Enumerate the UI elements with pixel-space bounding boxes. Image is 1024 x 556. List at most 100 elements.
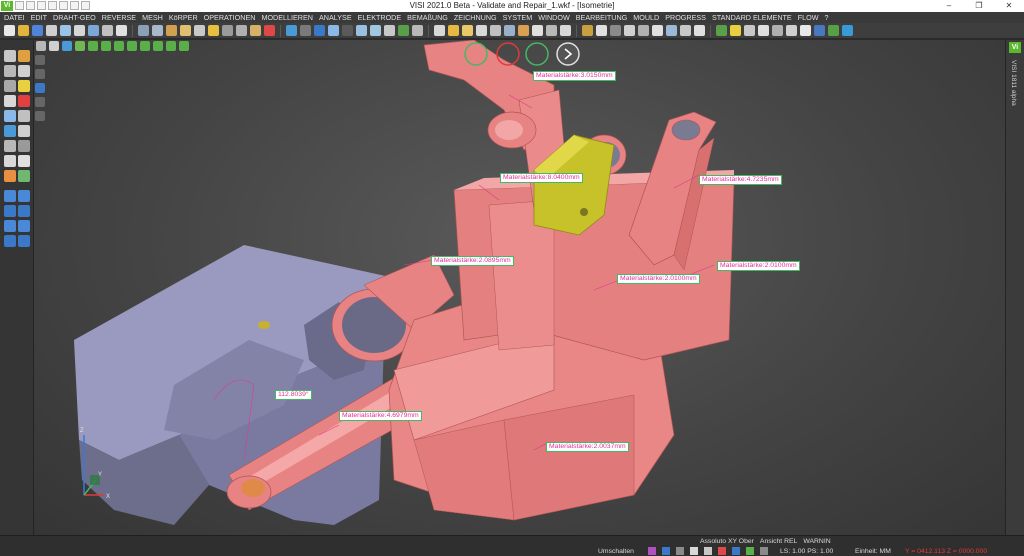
box-tool-icon[interactable] bbox=[18, 110, 30, 122]
cylinder-tool-icon[interactable] bbox=[4, 110, 16, 122]
node-b-icon[interactable] bbox=[18, 190, 30, 202]
tool-u-icon[interactable] bbox=[730, 25, 741, 36]
tool-q-icon[interactable] bbox=[666, 25, 677, 36]
tool-g-icon[interactable] bbox=[518, 25, 529, 36]
thickness-annotation[interactable]: Materialstärke:4.6979mm bbox=[339, 411, 422, 421]
hand-icon[interactable] bbox=[4, 170, 16, 182]
active-view-icon[interactable] bbox=[314, 25, 325, 36]
select-icon[interactable] bbox=[4, 50, 16, 62]
status-tool-c-icon[interactable] bbox=[676, 547, 684, 555]
view-top-icon[interactable] bbox=[152, 25, 163, 36]
save-icon[interactable] bbox=[32, 25, 43, 36]
cube-light-icon[interactable] bbox=[356, 25, 367, 36]
tool-cc-icon[interactable] bbox=[842, 25, 853, 36]
new-icon[interactable] bbox=[4, 25, 15, 36]
tool-k-icon[interactable] bbox=[582, 25, 593, 36]
shading-icon[interactable] bbox=[194, 25, 205, 36]
tool-l-icon[interactable] bbox=[596, 25, 607, 36]
node-g-icon[interactable] bbox=[4, 235, 16, 247]
section-icon[interactable] bbox=[300, 25, 311, 36]
thickness-annotation[interactable]: Materialstärke:2.0100mm bbox=[717, 261, 800, 271]
maximize-button[interactable]: ❐ bbox=[964, 0, 994, 12]
status-tool-d-icon[interactable] bbox=[690, 547, 698, 555]
measure-icon[interactable] bbox=[250, 25, 261, 36]
open-icon[interactable] bbox=[18, 25, 29, 36]
layer-icon[interactable] bbox=[222, 25, 233, 36]
umschalten-button[interactable]: Umschalten bbox=[598, 548, 634, 555]
node-c-icon[interactable] bbox=[4, 205, 16, 217]
tool-h-icon[interactable] bbox=[532, 25, 543, 36]
3d-viewport[interactable]: X Y Z Materialstärke:3.0150mm Materialst… bbox=[34, 40, 1005, 535]
tool-t-icon[interactable] bbox=[716, 25, 727, 36]
menu-draht-geo[interactable]: DRAHT-GEO bbox=[53, 12, 96, 23]
filter-icon[interactable] bbox=[236, 25, 247, 36]
menu-elektrode[interactable]: ELEKTRODE bbox=[358, 12, 402, 23]
tool-n-icon[interactable] bbox=[624, 25, 635, 36]
zoom-icon[interactable] bbox=[88, 25, 99, 36]
tool-y-icon[interactable] bbox=[786, 25, 797, 36]
pencil-icon[interactable] bbox=[18, 50, 30, 62]
mesh-icon[interactable] bbox=[384, 25, 395, 36]
angle-annotation[interactable]: 112.8039° bbox=[275, 390, 312, 400]
tool-e-icon[interactable] bbox=[490, 25, 501, 36]
close-button[interactable]: ✕ bbox=[994, 0, 1024, 12]
menu-modellieren[interactable]: MODELLIEREN bbox=[261, 12, 313, 23]
link-icon[interactable] bbox=[18, 140, 30, 152]
status-tool-e-icon[interactable] bbox=[704, 547, 712, 555]
menu-flow[interactable]: FLOW bbox=[798, 12, 819, 23]
menu-standard-elemente[interactable]: STANDARD ELEMENTE bbox=[712, 12, 792, 23]
view-side-icon[interactable] bbox=[166, 25, 177, 36]
shape-icon[interactable] bbox=[18, 155, 30, 167]
cube-dark-icon[interactable] bbox=[342, 25, 353, 36]
thickness-annotation[interactable]: Materialstärke:8.0400mm bbox=[500, 173, 583, 183]
node-d-icon[interactable] bbox=[18, 205, 30, 217]
menu-system[interactable]: SYSTEM bbox=[503, 12, 533, 23]
view-mode-status[interactable]: Ansicht REL bbox=[760, 537, 797, 546]
minimize-button[interactable]: – bbox=[934, 0, 964, 12]
rotate-tool-icon[interactable] bbox=[4, 125, 16, 137]
transform-icon[interactable] bbox=[4, 80, 16, 92]
mirror-icon[interactable] bbox=[18, 125, 30, 137]
status-tool-b-icon[interactable] bbox=[662, 547, 670, 555]
copy-geo-icon[interactable] bbox=[4, 95, 16, 107]
tool-o-icon[interactable] bbox=[638, 25, 649, 36]
copy-icon[interactable] bbox=[60, 25, 71, 36]
tool-p-icon[interactable] bbox=[652, 25, 663, 36]
pan-icon[interactable] bbox=[102, 25, 113, 36]
help-icon[interactable] bbox=[4, 140, 16, 152]
thickness-annotation[interactable]: Materialstärke:2.0100mm bbox=[617, 274, 700, 284]
menu-koerper[interactable]: KöRPER bbox=[169, 12, 198, 23]
tool-c-icon[interactable] bbox=[462, 25, 473, 36]
menu-mould[interactable]: MOULD bbox=[633, 12, 659, 23]
rotate-icon[interactable] bbox=[286, 25, 297, 36]
cylinder-icon[interactable] bbox=[328, 25, 339, 36]
menu-bearbeitung[interactable]: BEARBEITUNG bbox=[576, 12, 628, 23]
notes-icon[interactable] bbox=[18, 80, 30, 92]
tool-r-icon[interactable] bbox=[680, 25, 691, 36]
menu-analyse[interactable]: ANALYSE bbox=[319, 12, 352, 23]
thickness-annotation[interactable]: Materialstärke:2.0037mm bbox=[546, 442, 629, 452]
confirm-marker-icon[interactable] bbox=[525, 42, 549, 66]
next-arrow-icon[interactable] bbox=[556, 42, 580, 66]
tool-z-icon[interactable] bbox=[800, 25, 811, 36]
thickness-annotation[interactable]: Materialstärke:3.0150mm bbox=[533, 71, 616, 81]
menu-window[interactable]: WINDOW bbox=[538, 12, 570, 23]
menu-progress[interactable]: PROGRESS bbox=[665, 12, 706, 23]
delete-icon[interactable] bbox=[264, 25, 275, 36]
status-tool-f-icon[interactable] bbox=[718, 547, 726, 555]
menu-help[interactable]: ? bbox=[825, 12, 829, 23]
tool-i-icon[interactable] bbox=[546, 25, 557, 36]
thickness-annotation[interactable]: Materialstärke:4.7235mm bbox=[699, 175, 782, 185]
globe-icon[interactable] bbox=[398, 25, 409, 36]
tool-s-icon[interactable] bbox=[694, 25, 705, 36]
menu-edit[interactable]: EDIT bbox=[31, 12, 47, 23]
tool-b-icon[interactable] bbox=[448, 25, 459, 36]
menu-bemassung[interactable]: BEMAßUNG bbox=[407, 12, 448, 23]
view-front-icon[interactable] bbox=[138, 25, 149, 36]
node-h-icon[interactable] bbox=[18, 235, 30, 247]
status-tool-h-icon[interactable] bbox=[746, 547, 754, 555]
warning-status[interactable]: WARNIN bbox=[803, 537, 830, 546]
picture-icon[interactable] bbox=[18, 170, 30, 182]
move-icon[interactable] bbox=[4, 65, 16, 77]
cut-icon[interactable] bbox=[18, 65, 30, 77]
